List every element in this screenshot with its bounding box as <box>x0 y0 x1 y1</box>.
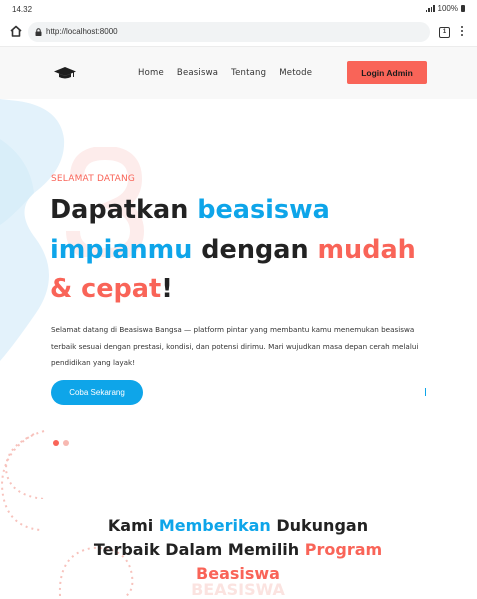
carousel-edge-indicator <box>425 388 426 396</box>
status-time: 14.32 <box>12 5 33 14</box>
hero-description: Selamat datang di Beasiswa Bangsa — plat… <box>51 325 419 368</box>
tabs-icon[interactable]: 1 <box>439 27 450 38</box>
nav-link-tentang[interactable]: Tentang <box>231 68 266 78</box>
address-bar[interactable]: http://localhost:8000 <box>28 22 430 42</box>
nav-link-beasiswa[interactable]: Beasiswa <box>177 68 218 78</box>
headline-exclamation: ! <box>161 274 173 304</box>
headline-highlight-cepat: & cepat <box>50 274 162 304</box>
section-ghost-text: BEASISWA <box>191 580 285 599</box>
nav-link-metode[interactable]: Metode <box>279 68 312 78</box>
url-text[interactable]: http://localhost:8000 <box>46 27 118 36</box>
hero-eyebrow: SELAMAT DATANG <box>51 174 136 184</box>
status-right: 100% <box>425 4 465 13</box>
nav-links: Home Beasiswa Tentang Metode <box>138 68 312 78</box>
section-heading: Kami Memberikan Dukungan Terbaik Dalam M… <box>88 514 388 586</box>
battery-icon <box>461 5 465 12</box>
lock-icon <box>35 28 42 36</box>
nav-link-home[interactable]: Home <box>138 68 164 78</box>
login-admin-button[interactable]: Login Admin <box>347 61 427 84</box>
section-heading-highlight-memberikan: Memberikan <box>158 516 271 535</box>
headline-highlight-impianmu: impianmu <box>50 234 193 265</box>
try-now-button[interactable]: Coba Sekarang <box>51 380 143 405</box>
headline-part: dengan <box>192 234 318 265</box>
graduation-cap-icon[interactable] <box>54 66 76 80</box>
home-icon[interactable] <box>9 24 23 38</box>
more-vert-icon[interactable] <box>461 26 464 38</box>
section-heading-part: Kami <box>107 516 159 535</box>
site-navbar: Home Beasiswa Tentang Metode Login Admin <box>0 47 477 99</box>
browser-toolbar: http://localhost:8000 1 <box>0 18 477 47</box>
signal-icon <box>425 5 435 12</box>
headline-highlight-beasiswa: beasiswa <box>197 195 330 225</box>
battery-percent: 100% <box>437 4 458 13</box>
status-bar: 14.32 100% <box>0 0 477 18</box>
hero-headline: Dapatkan beasiswa impianmu dengan mudah & … <box>50 191 450 310</box>
headline-part: Dapatkan <box>50 195 198 225</box>
headline-highlight-mudah: mudah <box>317 234 416 265</box>
